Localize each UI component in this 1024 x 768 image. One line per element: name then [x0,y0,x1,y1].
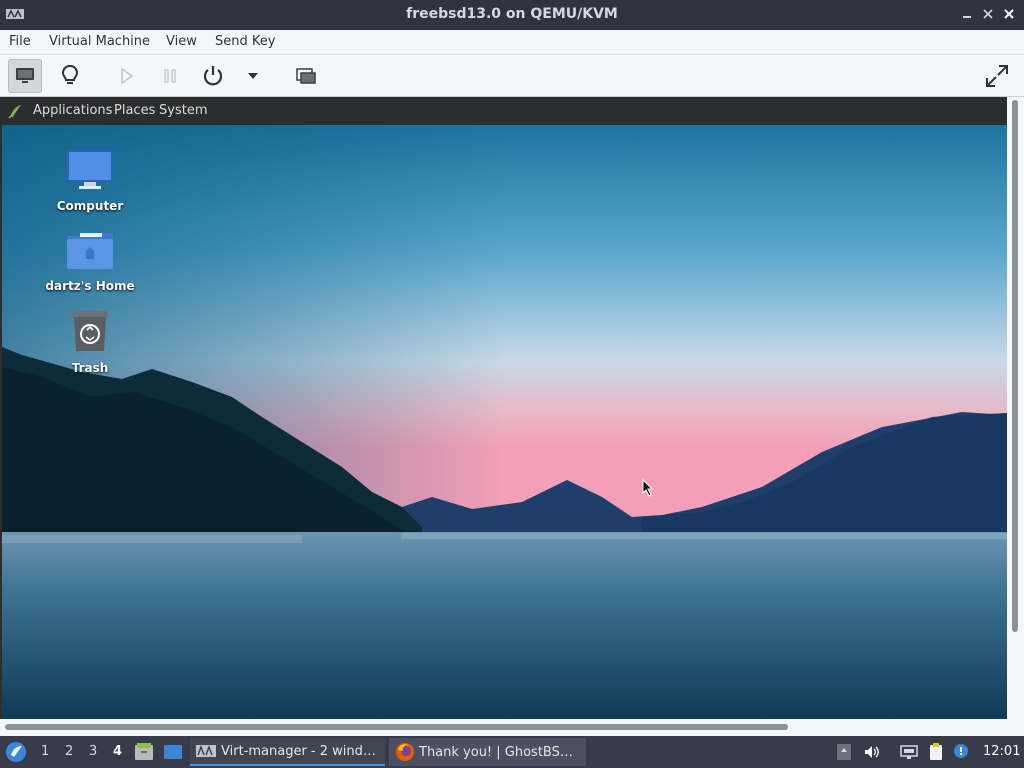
desktop-icon-trash[interactable]: Trash [40,309,140,375]
horizontal-scrollbar[interactable] [0,719,1024,736]
task-virt-manager[interactable]: Virt-manager - 2 wind… [190,738,385,766]
shutdown-button[interactable] [196,59,230,93]
workspace-2[interactable]: 2 [65,744,73,759]
monitor-icon [16,68,34,83]
file-manager-icon[interactable] [134,743,154,761]
play-icon [121,67,134,85]
desktop-wallpaper [2,97,1007,719]
desktop-icon-computer[interactable]: Computer [40,149,140,213]
vertical-scrollbar-thumb[interactable] [1012,100,1018,632]
menu-file[interactable]: File [9,34,31,49]
guest-menu-applications[interactable]: Applications [33,103,112,118]
fullscreen-icon [986,65,1008,87]
task-label: Virt-manager - 2 wind… [221,743,376,759]
vm-display[interactable]: Applications Places System Computer dart… [2,97,1007,719]
minimize-icon [963,16,971,18]
snapshots-button[interactable] [289,59,323,93]
power-icon [203,66,223,86]
update-notification-icon[interactable] [952,743,970,761]
run-button[interactable] [109,59,143,93]
workspace-1[interactable]: 1 [41,744,49,759]
show-desktop-icon[interactable] [163,743,183,761]
minimize-button[interactable] [958,5,976,25]
desktop-icon-home[interactable]: dartz's Home [40,231,140,293]
computer-icon [67,150,113,189]
workspace-4[interactable]: 4 [113,744,122,759]
pause-button[interactable] [153,59,187,93]
firefox-icon [396,743,414,761]
workspace-3[interactable]: 3 [89,744,97,759]
guest-top-panel: Applications Places System [2,97,1007,125]
desktop-icon-label: dartz's Home [45,279,135,293]
close-icon [1004,9,1014,19]
snapshots-icon [296,68,316,84]
menu-send-key[interactable]: Send Key [215,34,275,49]
guest-menu-system[interactable]: System [159,103,207,118]
ghostbsd-logo-icon[interactable] [6,102,24,120]
maximize-icon [983,9,993,19]
volume-icon[interactable] [863,743,881,761]
shutdown-menu-button[interactable] [236,59,270,93]
task-label: Thank you! | GhostBS… [419,744,573,760]
details-view-button[interactable] [53,59,87,93]
mouse-cursor-icon [642,479,654,497]
chevron-down-icon [248,73,258,79]
trash-icon [72,311,108,351]
lightbulb-icon [61,64,79,84]
network-icon[interactable] [900,743,918,761]
clock[interactable]: 12:01 [983,744,1020,759]
window-title: freebsd13.0 on QEMU/KVM [406,6,618,22]
maximize-button[interactable] [979,5,997,25]
window-titlebar: freebsd13.0 on QEMU/KVM [0,0,1024,30]
horizontal-scrollbar-thumb[interactable] [5,724,788,730]
console-view-button[interactable] [8,59,42,93]
task-firefox[interactable]: Thank you! | GhostBS… [389,738,586,766]
host-taskbar: 1 2 3 4 Virt-manager - 2 wind… Thank you… [0,736,1024,768]
menu-view[interactable]: View [166,34,197,49]
home-folder-icon [67,233,113,269]
toolbar [0,55,1024,97]
virt-manager-icon [196,745,216,757]
close-button[interactable] [1000,5,1018,25]
desktop-icon-label: Trash [71,361,109,375]
menubar: File Virtual Machine View Send Key [0,30,1024,55]
menu-virtual-machine[interactable]: Virtual Machine [49,34,150,49]
start-menu-icon[interactable] [5,741,27,763]
vertical-scrollbar[interactable] [1007,97,1024,719]
clipboard-icon[interactable] [927,743,945,761]
tray-scroll-up-icon[interactable] [835,743,853,761]
fullscreen-button[interactable] [980,59,1014,93]
guest-menu-places[interactable]: Places [114,103,155,118]
desktop-icon-label: Computer [56,199,124,213]
pause-icon [164,69,176,83]
